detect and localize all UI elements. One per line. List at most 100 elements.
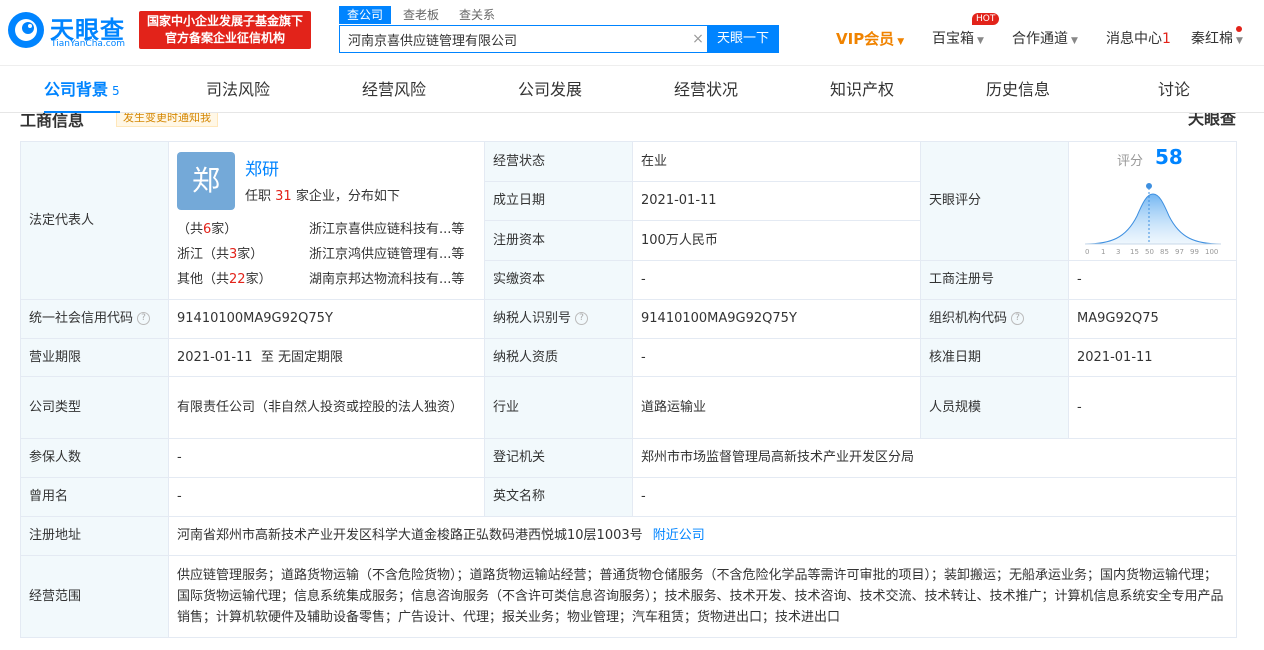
tianyancha-logo-icon [8, 12, 44, 48]
status-label: 经营状态 [484, 141, 633, 182]
tab-business-risk[interactable]: 经营风险 [362, 67, 426, 113]
search-tab-boss[interactable]: 查老板 [395, 6, 447, 24]
tab-operation-status[interactable]: 经营状况 [674, 67, 738, 113]
score-title: 评分 [1117, 154, 1144, 169]
help-icon[interactable]: ? [137, 312, 151, 325]
english-name-label: 英文名称 [484, 477, 633, 517]
approval-value: 2021-01-11 [1068, 338, 1237, 377]
staff-value: - [1068, 376, 1237, 439]
baibaoxiang-label: 百宝箱 [932, 31, 974, 47]
taxpayer-id-label-text: 纳税人识别号 [493, 311, 572, 326]
taxpayer-id-value: 91410100MA9G92Q75Y [632, 299, 921, 339]
search-tab-relation[interactable]: 查关系 [451, 6, 503, 24]
address-value: 河南省郑州市高新技术产业开发区科学大道金梭路正弘数码港西悦城10层1003号 [177, 528, 643, 543]
user-menu[interactable]: 秦红棉 ▼ [1191, 28, 1243, 48]
biz-reg-no-value: - [1068, 260, 1237, 300]
reg-capital-value: 100万人民币 [632, 220, 921, 261]
legal-rep-summary: 任职 31 家企业，分布如下 [245, 187, 400, 207]
search-box: × [339, 25, 707, 53]
vip-label: VIP会员 [836, 30, 895, 48]
section-header: 工商信息 发生变更时通知我 天眼查 [20, 113, 1236, 129]
english-name-value: - [632, 477, 1237, 517]
tab-history[interactable]: 历史信息 [986, 67, 1050, 113]
axis-tick: 15 [1130, 248, 1139, 256]
former-name-value: - [168, 477, 485, 517]
chevron-down-icon: ▼ [897, 37, 905, 47]
address-cell: 河南省郑州市高新技术产业开发区科学大道金梭路正弘数码港西悦城10层1003号 附… [168, 516, 1237, 556]
term-value: 2021-01-11 至 无固定期限 [168, 338, 485, 377]
status-value: 在业 [632, 141, 921, 182]
region-company: 浙江京鸿供应链管理有...等 [309, 247, 465, 262]
address-label: 注册地址 [20, 516, 169, 556]
search-tabs: 查公司 查老板 查关系 [339, 6, 507, 24]
nearby-companies-link[interactable]: 附近公司 [653, 528, 705, 543]
axis-tick: 0 [1085, 248, 1089, 256]
score-cell[interactable]: 评分 58 0 1 3 15 50 85 97 99 100 [1068, 141, 1237, 261]
region-company: 湖南京邦达物流科技有...等 [309, 272, 465, 287]
tab-judicial-risk[interactable]: 司法风险 [206, 67, 270, 113]
messages-label: 消息中心 [1106, 31, 1162, 47]
vip-menu[interactable]: VIP会员 ▼ [836, 28, 904, 49]
tab-label: 公司背景 [44, 80, 109, 99]
insured-value: - [168, 438, 485, 478]
industry-label: 行业 [484, 376, 633, 439]
hezuo-menu[interactable]: 合作通道 ▼ [1012, 28, 1078, 48]
axis-tick: 1 [1101, 248, 1105, 256]
legal-rep-label: 法定代表人 [20, 141, 169, 300]
region-suffix: 家） [211, 222, 238, 237]
tab-company-development[interactable]: 公司发展 [518, 67, 582, 113]
scope-label: 经营范围 [20, 555, 169, 638]
scope-value: 供应链管理服务；道路货物运输（不含危险货物）；道路货物运输站经营；普通货物仓储服… [168, 555, 1237, 638]
paid-capital-value: - [632, 260, 921, 300]
detail-tabs: 公司背景 5 司法风险 经营风险 公司发展 经营状况 知识产权 历史信息 讨论 [0, 67, 1264, 113]
help-icon[interactable]: ? [1011, 312, 1025, 325]
region-prefix: 其他（共 [177, 272, 230, 287]
help-icon[interactable]: ? [575, 312, 589, 325]
insured-label: 参保人数 [20, 438, 169, 478]
org-code-label-text: 组织机构代码 [929, 311, 1008, 326]
term-label: 营业期限 [20, 338, 169, 377]
region-label: 其他（共22家） [177, 270, 272, 290]
org-code-label: 组织机构代码? [920, 299, 1069, 339]
tab-count: 5 [112, 84, 120, 98]
message-count: 1 [1162, 31, 1171, 47]
messages-link[interactable]: 消息中心1 [1106, 28, 1171, 48]
summary-prefix: 任职 [245, 189, 272, 204]
gov-badge: 国家中小企业发展子基金旗下 官方备案企业征信机构 [139, 11, 311, 49]
axis-tick: 3 [1116, 248, 1120, 256]
business-info-table: 法定代表人 郑 郑研 任职 31 家企业，分布如下 （共6家） 浙江京喜供应链科… [20, 141, 1237, 638]
avatar[interactable]: 郑 [177, 152, 235, 210]
clear-icon[interactable]: × [689, 31, 707, 47]
hezuo-label: 合作通道 [1012, 31, 1068, 47]
credit-code-value: 91410100MA9G92Q75Y [168, 299, 485, 339]
reg-capital-label: 注册资本 [484, 220, 633, 261]
taxpayer-qual-label: 纳税人资质 [484, 338, 633, 377]
section-title: 工商信息 [20, 113, 85, 129]
region-label: 浙江（共3家） [177, 245, 263, 265]
search-button[interactable]: 天眼一下 [707, 25, 779, 53]
type-label: 公司类型 [20, 376, 169, 439]
authority-value: 郑州市市场监督管理局高新技术产业开发区分局 [632, 438, 1237, 478]
tab-discussion[interactable]: 讨论 [1158, 67, 1190, 113]
baibaoxiang-menu[interactable]: 百宝箱 ▼ [932, 28, 984, 48]
score-label: 天眼评分 [920, 141, 1069, 261]
region-prefix: 浙江（共 [177, 247, 230, 262]
region-suffix: 家） [245, 272, 272, 287]
search-input[interactable] [340, 31, 689, 47]
tab-ip[interactable]: 知识产权 [830, 67, 894, 113]
biz-reg-no-label: 工商注册号 [920, 260, 1069, 300]
chevron-down-icon: ▼ [1236, 36, 1243, 46]
legal-rep-name[interactable]: 郑研 [245, 160, 279, 180]
axis-tick: 97 [1175, 248, 1184, 256]
search-tab-company[interactable]: 查公司 [339, 6, 392, 24]
hot-badge: HOT [972, 13, 1000, 25]
approval-label: 核准日期 [920, 338, 1069, 377]
notify-button[interactable]: 发生变更时通知我 [116, 113, 218, 127]
type-value: 有限责任公司（非自然人投资或控股的法人独资） [168, 376, 485, 439]
region-count: 22 [229, 272, 246, 287]
logo[interactable]: 天眼查 TianYanCha.com [6, 8, 132, 52]
org-code-value: MA9G92Q75 [1068, 299, 1237, 339]
axis-tick: 100 [1205, 248, 1218, 256]
tab-company-background[interactable]: 公司背景 5 [44, 67, 120, 113]
notification-dot [1236, 26, 1242, 32]
